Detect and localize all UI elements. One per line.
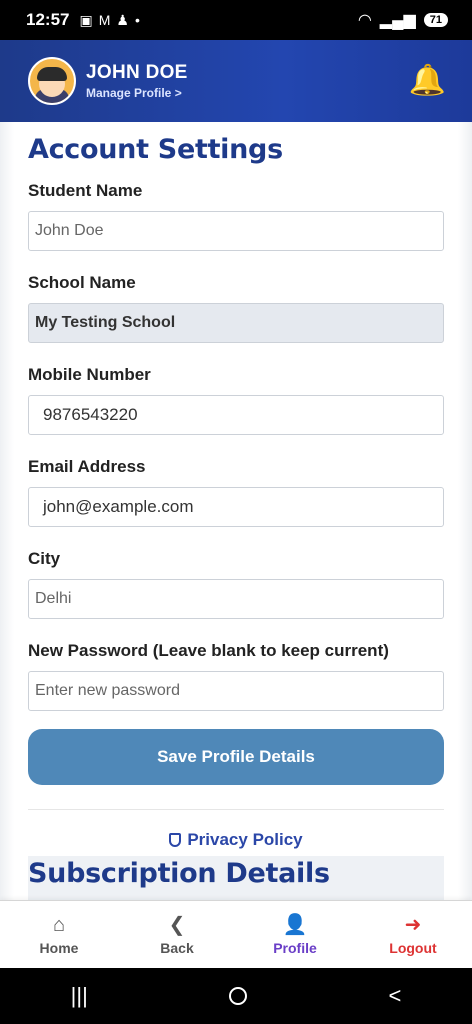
email-field[interactable]: john@example.com <box>28 487 444 527</box>
student-name-field[interactable]: John Doe <box>28 211 444 251</box>
dot-icon: • <box>134 12 140 28</box>
mobile-number-field[interactable]: 9876543220 <box>28 395 444 435</box>
privacy-policy-link[interactable]: Privacy Policy <box>28 830 444 850</box>
status-bar: 12:57 ▣ M ♟ • ◠ ▂▄▆ 71 <box>0 0 472 40</box>
city-label: City <box>28 549 61 568</box>
manage-profile-link[interactable]: Manage Profile > <box>86 86 188 100</box>
avatar[interactable] <box>28 57 76 105</box>
system-nav-bar: ||| < <box>0 968 472 1024</box>
chevron-left-icon: ❮ <box>168 913 186 936</box>
status-time: 12:57 <box>26 10 70 29</box>
shield-icon <box>169 833 182 847</box>
page-title: Account Settings <box>28 134 283 165</box>
nav-back[interactable]: ❮ Back <box>118 901 236 968</box>
nav-logout[interactable]: ➜ Logout <box>354 901 472 968</box>
bell-icon[interactable]: 🔔 <box>409 66 446 96</box>
main-content[interactable]: Account Settings Student Name John Doe S… <box>0 122 472 900</box>
student-name-label: Student Name <box>28 181 143 200</box>
privacy-policy-label: Privacy Policy <box>187 830 303 849</box>
system-back-icon[interactable]: < <box>388 983 401 1009</box>
profile-summary[interactable]: JOHN DOE Manage Profile > <box>86 62 188 100</box>
wifi-icon: ◠ <box>357 12 372 29</box>
mobile-number-label: Mobile Number <box>28 365 151 384</box>
recents-icon[interactable]: ||| <box>71 983 88 1009</box>
gmail-icon: M <box>98 12 111 28</box>
person-icon: ♟ <box>116 11 129 28</box>
user-name: JOHN DOE <box>86 62 188 83</box>
school-name-label: School Name <box>28 273 136 292</box>
system-home-icon[interactable] <box>229 987 248 1005</box>
nav-home[interactable]: ⌂ Home <box>0 901 118 968</box>
bottom-nav: ⌂ Home ❮ Back 👤 Profile ➜ Logout <box>0 900 472 968</box>
nav-profile[interactable]: 👤 Profile <box>236 901 354 968</box>
notification-icons: ▣ M ♟ • <box>79 12 139 29</box>
nav-logout-label: Logout <box>389 939 437 956</box>
home-icon: ⌂ <box>52 913 66 936</box>
nav-home-label: Home <box>39 939 79 956</box>
new-password-field[interactable]: Enter new password <box>28 671 444 711</box>
signal-icon: ▂▄▆ <box>379 12 416 29</box>
nav-profile-label: Profile <box>273 939 317 956</box>
logout-icon: ➜ <box>404 913 422 936</box>
app-header: JOHN DOE Manage Profile > 🔔 <box>0 40 472 122</box>
screenshot-icon: ▣ <box>79 11 93 28</box>
user-icon: 👤 <box>282 913 308 936</box>
save-profile-button[interactable]: Save Profile Details <box>28 729 444 785</box>
email-address-label: Email Address <box>28 457 146 476</box>
city-field[interactable]: Delhi <box>28 579 444 619</box>
new-password-label: New Password (Leave blank to keep curren… <box>28 641 389 660</box>
subscription-title: Subscription Details <box>28 856 444 900</box>
nav-back-label: Back <box>160 939 194 956</box>
battery-icon: 71 <box>423 13 448 27</box>
school-name-field: My Testing School <box>28 303 444 343</box>
divider <box>28 809 444 810</box>
